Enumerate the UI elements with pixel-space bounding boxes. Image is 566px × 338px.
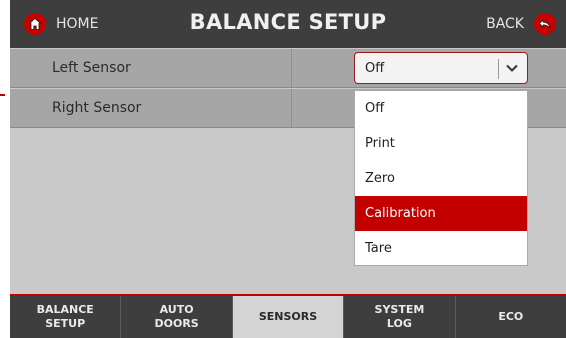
back-label: BACK xyxy=(486,16,524,32)
tab-label: SYSTEM xyxy=(374,303,425,316)
tab-label: SETUP xyxy=(45,317,86,330)
tab-label: ECO xyxy=(498,310,524,323)
tab-balance-setup[interactable]: BALANCE SETUP xyxy=(10,296,122,338)
bottom-tab-bar: BALANCE SETUP AUTO DOORS SENSORS SYSTEM LOG… xyxy=(10,294,566,338)
edge-marker xyxy=(0,94,5,96)
tab-sensors[interactable]: SENSORS xyxy=(232,296,345,338)
dropdown-option-calibration[interactable]: Calibration xyxy=(355,196,527,231)
tab-eco[interactable]: ECO xyxy=(456,296,566,338)
page-title: BALANCE SETUP xyxy=(189,10,387,34)
tab-label: BALANCE xyxy=(36,303,94,316)
sensor-dropdown-menu: Off Print Zero Calibration Tare xyxy=(354,90,528,266)
row-divider xyxy=(291,49,292,87)
select-separator xyxy=(498,59,499,79)
tab-label: SENSORS xyxy=(258,310,318,323)
tab-label: DOORS xyxy=(154,317,199,330)
dropdown-option-tare[interactable]: Tare xyxy=(355,231,527,266)
header-bar: HOME BALANCE SETUP BACK xyxy=(10,0,566,48)
chevron-down-icon[interactable] xyxy=(504,60,520,80)
row-divider xyxy=(291,89,292,127)
dropdown-option-print[interactable]: Print xyxy=(355,126,527,161)
tab-system-log[interactable]: SYSTEM LOG xyxy=(344,296,456,338)
dropdown-option-off[interactable]: Off xyxy=(355,91,527,126)
touch-screen: HOME BALANCE SETUP BACK Left Sensor Righ… xyxy=(10,0,566,338)
left-sensor-label: Left Sensor xyxy=(52,60,131,76)
back-arrow-icon xyxy=(534,13,556,35)
select-value: Off xyxy=(365,61,385,76)
left-sensor-select[interactable]: Off xyxy=(354,52,528,84)
tab-label: LOG xyxy=(386,317,412,330)
dropdown-option-zero[interactable]: Zero xyxy=(355,161,527,196)
tab-auto-doors[interactable]: AUTO DOORS xyxy=(121,296,233,338)
right-sensor-label: Right Sensor xyxy=(52,100,142,116)
tab-label: AUTO xyxy=(159,303,194,316)
back-button[interactable]: BACK xyxy=(486,12,556,36)
